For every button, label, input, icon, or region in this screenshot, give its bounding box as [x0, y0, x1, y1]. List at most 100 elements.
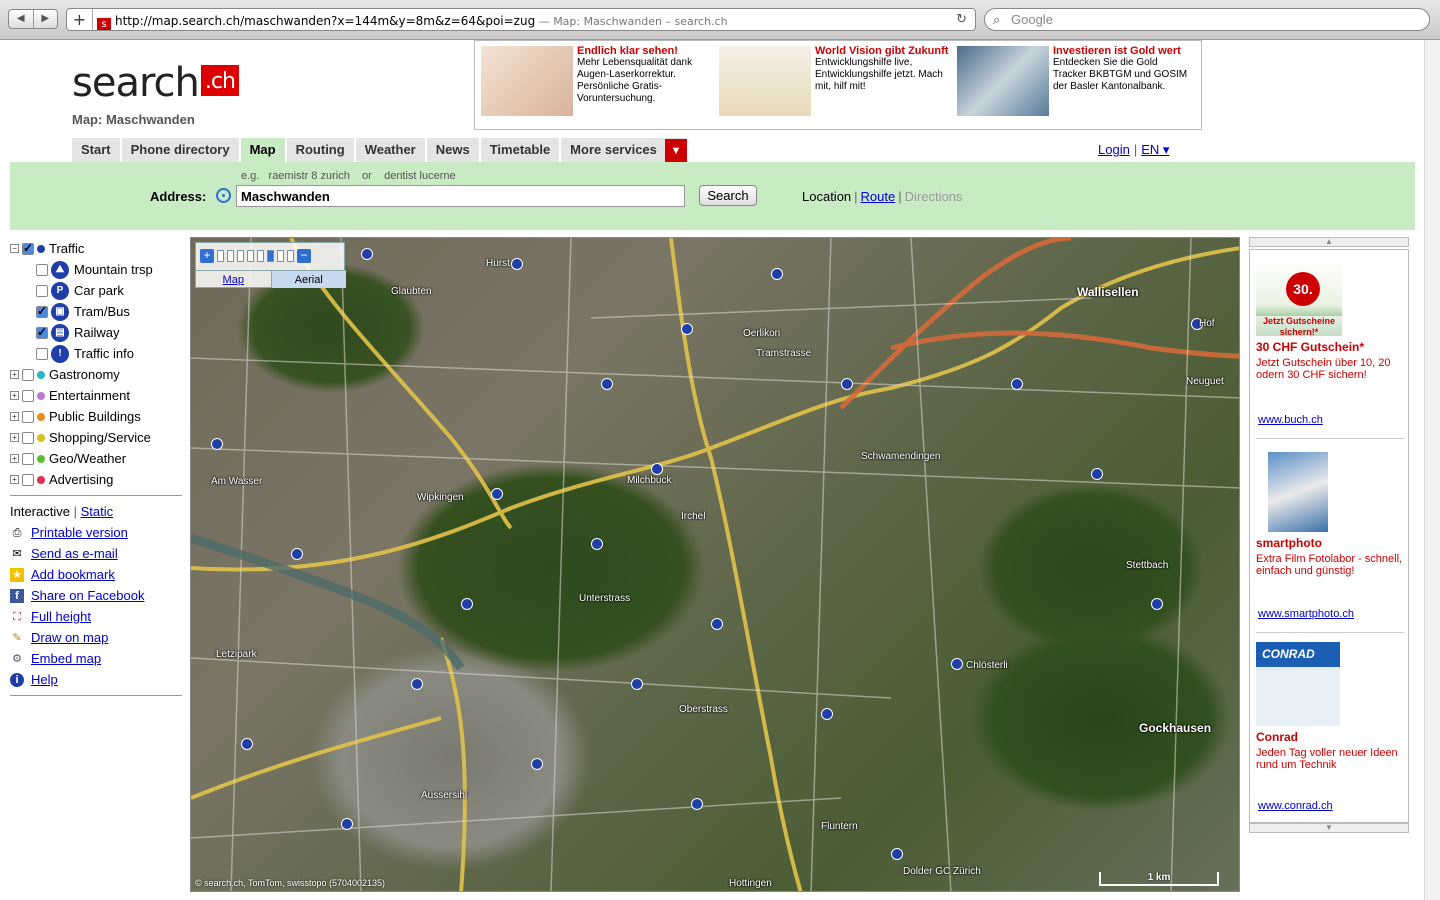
bus-stop-icon[interactable]	[691, 798, 703, 810]
zoom-step-current[interactable]	[267, 250, 274, 262]
poi-traffic[interactable]: − Traffic	[10, 238, 182, 259]
help-link[interactable]: Help	[31, 672, 58, 687]
expand-icon[interactable]: +	[10, 433, 19, 442]
sidebar-ad-title[interactable]: 30 CHF Gutschein*	[1256, 340, 1406, 354]
locate-icon[interactable]	[216, 188, 231, 203]
bus-stop-icon[interactable]	[241, 738, 253, 750]
tab-start[interactable]: Start	[72, 138, 120, 162]
map-type-aerial[interactable]: Aerial	[270, 270, 346, 288]
bus-stop-icon[interactable]	[211, 438, 223, 450]
address-input[interactable]	[236, 185, 685, 207]
poi-trambus[interactable]: ▣ Tram/Bus	[10, 301, 182, 322]
bus-stop-icon[interactable]	[681, 323, 693, 335]
poi-gastronomy[interactable]: + Gastronomy	[10, 364, 182, 385]
zoom-step[interactable]	[217, 250, 224, 262]
expand-icon[interactable]: +	[10, 370, 19, 379]
ad-title[interactable]: Investieren ist Gold wert	[1053, 45, 1193, 57]
ad-item[interactable]: Endlich klar sehen! Mehr Lebensqualität d…	[479, 45, 717, 127]
sidebar-ad-link[interactable]: www.conrad.ch	[1258, 800, 1333, 812]
traffic-checkbox[interactable]	[22, 241, 34, 255]
bus-stop-icon[interactable]	[1091, 468, 1103, 480]
ad-image-woman[interactable]	[481, 46, 573, 116]
gastronomy-checkbox[interactable]	[22, 368, 34, 381]
map-view[interactable]: Hurst Glaubten Oerlikon Tramstrasse Wall…	[190, 237, 1240, 892]
bus-stop-icon[interactable]	[651, 463, 663, 475]
add-bookmark-button[interactable]: +	[67, 9, 93, 30]
expand-icon[interactable]: +	[10, 412, 19, 421]
poi-advertising[interactable]: + Advertising	[10, 469, 182, 490]
send-email-link[interactable]: Send as e-mail	[31, 546, 118, 561]
tab-map[interactable]: Map	[240, 138, 285, 162]
bus-stop-icon[interactable]	[631, 678, 643, 690]
sidebar-ad-title[interactable]: smartphoto	[1256, 536, 1406, 550]
zoom-slider[interactable]: + −	[200, 249, 311, 263]
bus-stop-icon[interactable]	[411, 678, 423, 690]
zoom-step[interactable]	[277, 250, 284, 262]
reload-icon[interactable]: ↻	[956, 9, 967, 30]
mountain-checkbox[interactable]	[36, 263, 48, 276]
mode-route-link[interactable]: Route	[861, 189, 896, 204]
collapse-icon[interactable]: −	[10, 244, 19, 253]
poi-public[interactable]: + Public Buildings	[10, 406, 182, 427]
bus-stop-icon[interactable]	[461, 598, 473, 610]
expand-icon[interactable]: +	[10, 391, 19, 400]
zoom-step[interactable]	[257, 250, 264, 262]
trafficinfo-checkbox[interactable]	[36, 347, 48, 360]
bus-stop-icon[interactable]	[771, 268, 783, 280]
forward-button[interactable]: ▶	[34, 10, 58, 28]
sidebar-ad-link[interactable]: www.smartphoto.ch	[1258, 608, 1354, 620]
railway-checkbox[interactable]	[36, 325, 48, 339]
poi-shopping[interactable]: + Shopping/Service	[10, 427, 182, 448]
bus-stop-icon[interactable]	[511, 258, 523, 270]
bus-stop-icon[interactable]	[591, 538, 603, 550]
hint-example-2[interactable]: dentist lucerne	[384, 170, 456, 182]
carpark-checkbox[interactable]	[36, 284, 48, 297]
bus-stop-icon[interactable]	[291, 548, 303, 560]
hint-example-1[interactable]: raemistr 8 zurich	[269, 170, 350, 182]
expand-icon[interactable]: +	[10, 475, 19, 484]
entertainment-checkbox[interactable]	[22, 389, 34, 402]
ad-title[interactable]: World Vision gibt Zukunft	[815, 45, 955, 57]
ads-scroll-up-icon[interactable]: ▲	[1249, 237, 1409, 247]
zoom-step[interactable]	[237, 250, 244, 262]
sidebar-ad-link[interactable]: www.buch.ch	[1258, 414, 1323, 426]
bus-stop-icon[interactable]	[951, 658, 963, 670]
ad-item[interactable]: Investieren ist Gold wert Entdecken Sie d…	[955, 45, 1193, 127]
site-logo[interactable]: search .ch	[72, 60, 239, 106]
bus-stop-icon[interactable]	[891, 848, 903, 860]
sidebar-ad-conrad[interactable]: CONRAD Conrad Jeden Tag voller neuer Ide…	[1256, 642, 1406, 812]
poi-entertainment[interactable]: + Entertainment	[10, 385, 182, 406]
tab-routing[interactable]: Routing	[286, 138, 354, 162]
tab-weather[interactable]: Weather	[355, 138, 425, 162]
full-height-link[interactable]: Full height	[31, 609, 91, 624]
ad-title[interactable]: Endlich klar sehen!	[577, 45, 717, 57]
poi-geo[interactable]: + Geo/Weather	[10, 448, 182, 469]
tab-news[interactable]: News	[426, 138, 479, 162]
zoom-step[interactable]	[247, 250, 254, 262]
ads-scroll-down-icon[interactable]: ▼	[1249, 823, 1409, 833]
ad-image-gold[interactable]	[957, 46, 1049, 116]
poi-railway[interactable]: ▤ Railway	[10, 322, 182, 343]
ad-image-journey[interactable]	[719, 46, 811, 116]
ad-image-photobook[interactable]	[1268, 452, 1328, 532]
bus-stop-icon[interactable]	[841, 378, 853, 390]
browser-search-field[interactable]: ⌕ Google	[984, 8, 1430, 31]
sidebar-ad-title[interactable]: Conrad	[1256, 730, 1406, 744]
bus-stop-icon[interactable]	[601, 378, 613, 390]
poi-carpark[interactable]: P Car park	[10, 280, 182, 301]
bus-stop-icon[interactable]	[1151, 598, 1163, 610]
tab-phone-directory[interactable]: Phone directory	[121, 138, 239, 162]
zoom-in-button[interactable]: +	[200, 249, 214, 263]
ad-image-voucher[interactable]: 30. Jetzt Gutscheine sichern!*	[1256, 258, 1342, 338]
geo-checkbox[interactable]	[22, 452, 34, 465]
back-button[interactable]: ◀	[9, 10, 34, 28]
zoom-step[interactable]	[287, 250, 294, 262]
bus-stop-icon[interactable]	[341, 818, 353, 830]
page-scrollbar[interactable]	[1424, 40, 1440, 900]
zoom-step[interactable]	[227, 250, 234, 262]
search-button[interactable]: Search	[699, 185, 757, 206]
sidebar-ad-smartphoto[interactable]: smartphoto Extra Film Fotolabor - schnel…	[1256, 452, 1406, 620]
map-type-map-link[interactable]: Map	[223, 274, 244, 286]
ad-image-conrad[interactable]: CONRAD	[1256, 642, 1340, 726]
bus-stop-icon[interactable]	[361, 248, 373, 260]
